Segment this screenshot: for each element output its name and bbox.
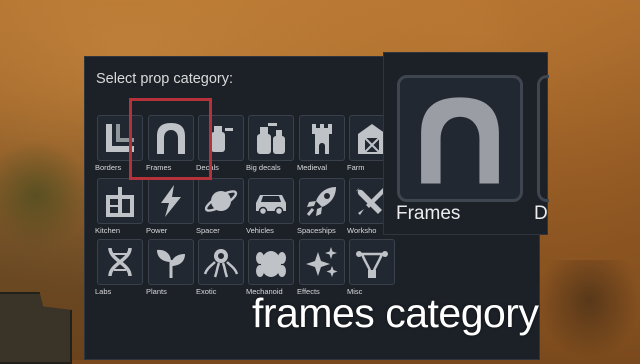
category-decals[interactable]: Decals: [196, 115, 248, 175]
lightning-icon: [161, 185, 181, 217]
category-spacer[interactable]: Spacer: [196, 178, 248, 238]
vector-path-icon: [356, 251, 388, 278]
category-vehicles[interactable]: Vehicles: [246, 178, 298, 238]
category-plants[interactable]: Plants: [146, 239, 198, 299]
borders-icon: [106, 124, 134, 152]
panel-title: Select prop category:: [96, 71, 234, 87]
next-preview-label: D: [534, 203, 548, 224]
category-spaceships[interactable]: Spaceships: [297, 178, 349, 238]
big-decals-icon: [257, 123, 285, 154]
kitchen-icon: [106, 187, 134, 217]
video-caption: frames category: [252, 290, 539, 336]
next-preview-tile[interactable]: [537, 75, 549, 202]
category-kitchen[interactable]: Kitchen: [95, 178, 147, 238]
grass-patch: [0, 140, 90, 250]
frames-arch-icon: [157, 123, 185, 154]
category-labs[interactable]: Labs: [95, 239, 147, 299]
tentacle-creature-icon: [203, 249, 239, 278]
category-power[interactable]: Power: [146, 178, 198, 238]
castle-tower-icon: [312, 124, 332, 154]
category-big-decals[interactable]: Big decals: [246, 115, 298, 175]
planet-icon: [204, 190, 238, 212]
category-exotic[interactable]: Exotic: [196, 239, 248, 299]
car-icon: [256, 195, 286, 216]
category-borders[interactable]: Borders: [95, 115, 147, 175]
category-frames[interactable]: Frames: [146, 115, 198, 175]
category-preview-panel: Frames D: [383, 52, 549, 235]
sparkles-icon: [306, 247, 338, 277]
sprout-icon: [157, 249, 185, 278]
category-medieval[interactable]: Medieval: [297, 115, 349, 175]
decals-icon: [211, 126, 233, 152]
frames-preview-tile[interactable]: [397, 75, 523, 202]
dark-soil-patch: [538, 260, 640, 360]
dna-icon: [108, 247, 132, 277]
frames-arch-icon: [421, 96, 499, 183]
preview-label: Frames: [396, 203, 461, 224]
mechanoid-icon: [256, 251, 286, 277]
rocket-icon: [306, 187, 336, 216]
